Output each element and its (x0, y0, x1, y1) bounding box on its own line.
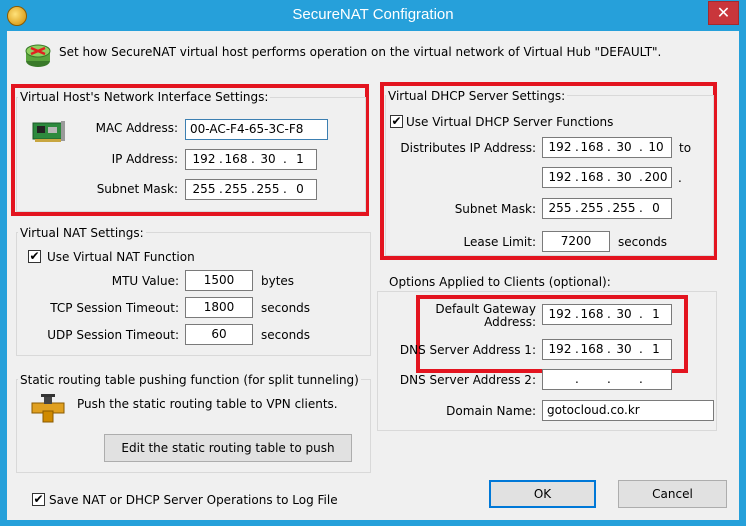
nat-settings-legend: Virtual NAT Settings: (18, 226, 146, 240)
host-settings-legend: Virtual Host's Network Interface Setting… (18, 90, 271, 104)
dhcp-range-start-field[interactable]: 192. 168. 30. 10 (542, 137, 672, 158)
mtu-label: MTU Value: (111, 274, 179, 288)
ip-octet: 0 (652, 201, 660, 215)
securenat-window: SecureNAT Configration ✕ Set how SecureN… (0, 0, 746, 526)
ip-octet: 192 (548, 140, 572, 154)
ip-octet: 255 (548, 201, 572, 215)
ip-octet: 168 (580, 170, 604, 184)
log-label: Save NAT or DHCP Server Operations to Lo… (49, 493, 338, 507)
ip-octet: 255 (224, 182, 248, 196)
client-options-title: Options Applied to Clients (optional): (387, 275, 613, 289)
use-nat-label: Use Virtual NAT Function (47, 250, 195, 264)
ip-octet: 10 (648, 140, 664, 154)
use-nat-checkbox[interactable]: ✔ (28, 250, 41, 263)
dns1-field[interactable]: 192. 168. 30. 1 (542, 339, 672, 360)
log-checkbox[interactable]: ✔ (32, 493, 45, 506)
dhcp-range-to-label: to (679, 141, 692, 155)
subnet-mask-label: Subnet Mask: (96, 182, 178, 196)
mtu-unit: bytes (261, 274, 295, 288)
dhcp-range-end-suffix: . (678, 171, 682, 185)
tcp-timeout-label: TCP Session Timeout: (50, 301, 179, 315)
dialog-body: Set how SecureNAT virtual host performs … (7, 31, 739, 520)
default-gateway-label: Default Gateway Address: (435, 302, 536, 329)
default-gateway-field[interactable]: 192. 168. 30. 1 (542, 304, 672, 325)
ip-octet: 168 (224, 152, 248, 166)
dhcp-range-end-field[interactable]: 192. 168. 30. 200 (542, 167, 672, 188)
ip-address-field[interactable]: 192. 168. 30. 1 (185, 149, 317, 170)
title-bar[interactable]: SecureNAT Configration ✕ (0, 0, 746, 31)
ip-octet: 255 (192, 182, 216, 196)
static-routing-legend: Static routing table pushing function (f… (18, 373, 361, 387)
dhcp-range-label: Distributes IP Address: (400, 141, 536, 155)
cancel-button[interactable]: Cancel (618, 480, 727, 508)
lease-limit-label: Lease Limit: (463, 235, 536, 249)
mac-address-field[interactable]: 00-AC-F4-65-3C-F8 (185, 119, 328, 140)
ip-octet: 200 (644, 170, 668, 184)
static-routing-text: Push the static routing table to VPN cli… (77, 397, 338, 411)
ip-octet: 1 (652, 307, 660, 321)
ip-address-label: IP Address: (111, 152, 178, 166)
ip-octet: 30 (616, 307, 632, 321)
dhcp-settings-legend: Virtual DHCP Server Settings: (386, 89, 568, 103)
ip-octet: 168 (580, 140, 604, 154)
ip-octet: 0 (296, 182, 304, 196)
ip-octet: 255 (580, 201, 604, 215)
dhcp-subnet-mask-field[interactable]: 255. 255. 255. 0 (542, 198, 672, 219)
ip-octet: 30 (616, 170, 632, 184)
lease-limit-field[interactable]: 7200 (542, 231, 610, 252)
subnet-mask-field[interactable]: 255. 255. 255. 0 (185, 179, 317, 200)
ip-octet: 192 (548, 307, 572, 321)
domain-name-field[interactable]: gotocloud.co.kr (542, 400, 714, 421)
ip-octet: 1 (652, 342, 660, 356)
udp-timeout-unit: seconds (261, 328, 311, 342)
pipe-junction-icon (31, 394, 65, 423)
ip-octet: 192 (548, 170, 572, 184)
ip-octet: 255 (256, 182, 280, 196)
dns2-field[interactable]: . . . (542, 369, 672, 390)
mac-address-label: MAC Address: (95, 121, 178, 135)
udp-timeout-label: UDP Session Timeout: (47, 328, 179, 342)
ok-button[interactable]: OK (489, 480, 596, 508)
dns1-label: DNS Server Address 1: (399, 343, 536, 357)
ip-octet: 30 (616, 140, 632, 154)
ip-octet: 168 (580, 307, 604, 321)
tcp-timeout-unit: seconds (261, 301, 311, 315)
use-dhcp-label: Use Virtual DHCP Server Functions (406, 115, 614, 129)
ip-octet: 1 (296, 152, 304, 166)
intro-text: Set how SecureNAT virtual host performs … (59, 45, 662, 59)
domain-name-label: Domain Name: (446, 404, 536, 418)
udp-timeout-field[interactable]: 60 (185, 324, 253, 345)
tcp-timeout-field[interactable]: 1800 (185, 297, 253, 318)
mtu-field[interactable]: 1500 (185, 270, 253, 291)
dns2-label: DNS Server Address 2: (399, 373, 536, 387)
ip-octet: 30 (616, 342, 632, 356)
ip-octet: 30 (260, 152, 276, 166)
window-title: SecureNAT Configration (292, 6, 454, 23)
edit-static-routing-button[interactable]: Edit the static routing table to push (104, 434, 352, 462)
ip-octet: 168 (580, 342, 604, 356)
use-dhcp-checkbox[interactable]: ✔ (390, 115, 403, 128)
lease-limit-unit: seconds (618, 235, 668, 249)
ip-octet: 192 (192, 152, 216, 166)
network-card-icon (32, 121, 65, 142)
dhcp-subnet-mask-label: Subnet Mask: (454, 202, 536, 216)
close-button[interactable]: ✕ (708, 1, 739, 25)
ip-octet: 192 (548, 342, 572, 356)
ip-octet: 255 (612, 201, 636, 215)
router-icon (25, 44, 51, 67)
